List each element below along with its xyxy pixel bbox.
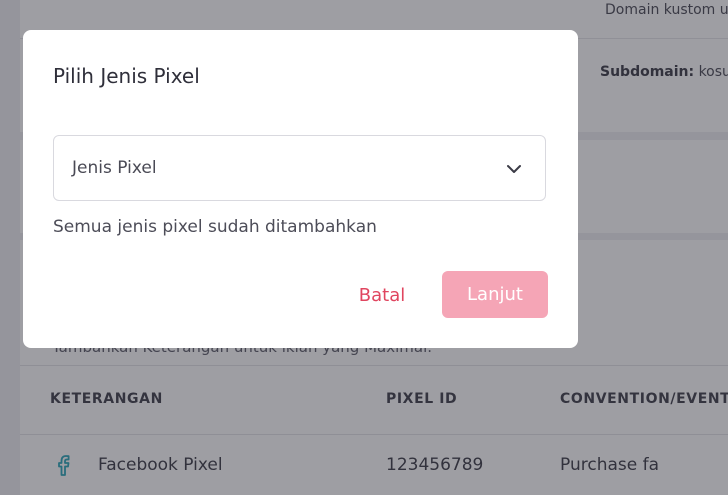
pixel-type-dialog: Pilih Jenis Pixel Jenis Pixel Semua jeni…: [23, 30, 578, 348]
cancel-button[interactable]: Batal: [353, 275, 411, 315]
select-value: Jenis Pixel: [72, 158, 157, 178]
next-button[interactable]: Lanjut: [442, 271, 548, 318]
pixel-type-select[interactable]: Jenis Pixel: [53, 135, 546, 201]
helper-text: Semua jenis pixel sudah ditambahkan: [53, 217, 377, 237]
dialog-title: Pilih Jenis Pixel: [53, 64, 200, 88]
chevron-down-icon: [507, 165, 521, 173]
